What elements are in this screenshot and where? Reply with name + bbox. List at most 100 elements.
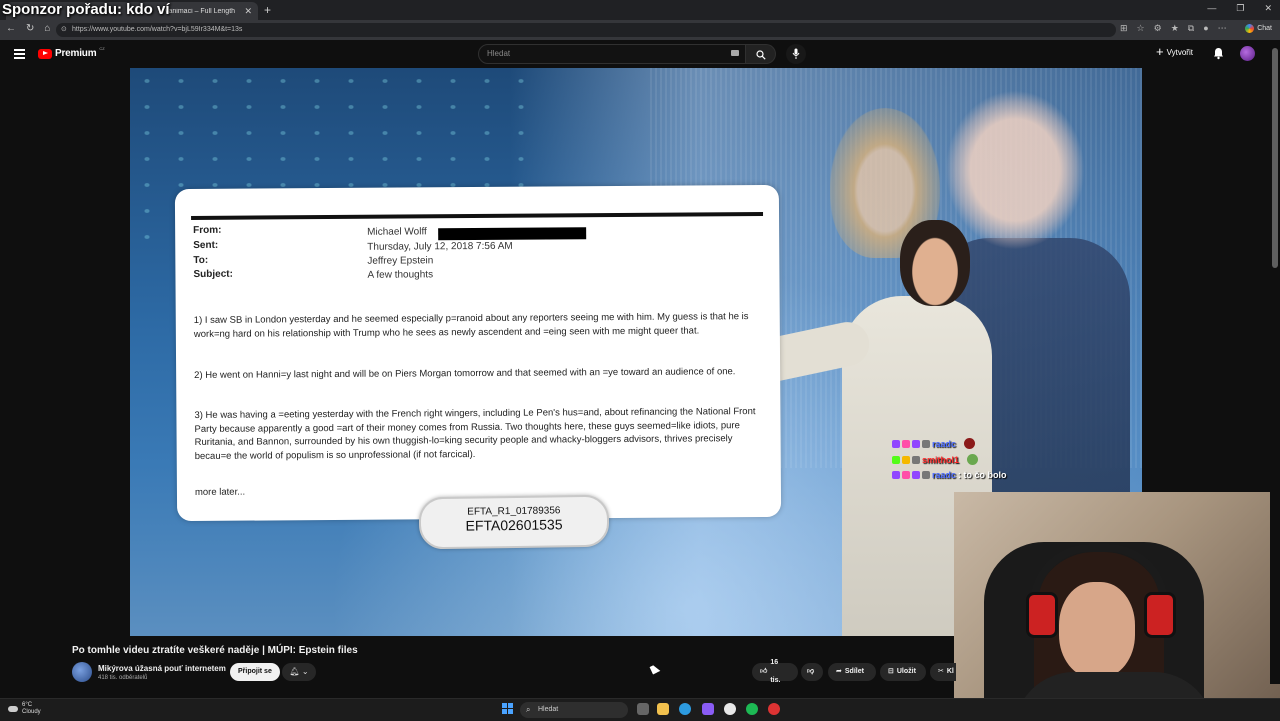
share-icon: ➦ xyxy=(836,668,842,675)
subscriber-count: 418 tis. odběratelů xyxy=(98,675,148,681)
search-placeholder: Hledat xyxy=(487,49,511,58)
heart-badge-icon xyxy=(902,471,910,479)
favorites-icon[interactable]: ★ xyxy=(1171,23,1179,34)
extension-icon[interactable]: ⚙ xyxy=(1154,23,1162,34)
stream-sponsor-overlay: Sponzor pořadu: kdo ví xyxy=(2,1,170,18)
clip-button[interactable]: ✂ Kl xyxy=(930,663,956,681)
from-label: From: xyxy=(193,224,222,236)
new-tab-button[interactable]: + xyxy=(264,3,271,17)
obs-icon[interactable] xyxy=(768,703,780,715)
copilot-chat-button[interactable]: Chat xyxy=(1245,24,1272,33)
channel-name[interactable]: Mikýrova úžasná pouť internetem xyxy=(98,664,226,673)
email-paragraph-1: 1) I saw SB in London yesterday and he s… xyxy=(193,311,749,340)
edge-browser-icon[interactable] xyxy=(679,703,691,715)
crown-badge-icon xyxy=(902,455,910,464)
like-button[interactable]: 👍︎ 16 tis. xyxy=(752,659,798,684)
from-value: Michael Wolff xyxy=(367,226,427,238)
subject-label: Subject: xyxy=(193,268,233,280)
channel-avatar[interactable] xyxy=(72,662,92,682)
bell-icon: 🔔︎ xyxy=(289,667,300,676)
hamburger-menu-icon[interactable] xyxy=(14,49,25,61)
site-info-icon[interactable]: ⊙ xyxy=(61,23,67,37)
chat-text: : to čo bolo xyxy=(958,470,1007,480)
gift-badge-icon xyxy=(922,439,930,448)
file-explorer-icon[interactable] xyxy=(657,703,669,715)
weather-condition: Cloudy xyxy=(22,709,41,715)
reload-icon[interactable]: ↻ xyxy=(26,23,34,34)
plus-icon: + xyxy=(1156,44,1164,59)
youtube-header: Premium CZ Hledat + Vytvořit xyxy=(0,40,1280,68)
presenter-head xyxy=(900,220,970,306)
copilot-icon xyxy=(1245,24,1255,33)
windows-taskbar: 6°C Cloudy ⌕ Hledat xyxy=(0,698,1280,721)
page-scrollbar[interactable] xyxy=(1270,40,1280,684)
mouse-cursor-icon xyxy=(649,663,661,675)
stream-chat-overlay: raadc smithol1 raadc : to čo bolo xyxy=(892,438,1007,485)
profile-icon[interactable]: ● xyxy=(1203,23,1208,34)
maximize-button[interactable]: ❐ xyxy=(1236,3,1244,14)
url-field[interactable]: ⊙ https://www.youtube.com/watch?v=bjL59I… xyxy=(56,23,1116,37)
close-window-button[interactable]: ✕ xyxy=(1264,3,1272,14)
taskbar-search-label: Hledat xyxy=(538,706,559,713)
url-text: https://www.youtube.com/watch?v=bjL59Ir3… xyxy=(72,26,243,33)
spotify-icon[interactable] xyxy=(746,703,758,715)
bookmark-star-icon[interactable]: ☆ xyxy=(1137,23,1145,34)
thumbs-down-icon: 👎︎ xyxy=(807,668,815,675)
discord-icon[interactable] xyxy=(702,703,714,715)
search-icon xyxy=(756,50,766,60)
back-icon[interactable]: ← xyxy=(6,23,16,34)
like-count: 16 tis. xyxy=(770,659,781,684)
chevron-down-icon: ⌄ xyxy=(299,667,309,676)
save-icon: ⊟ xyxy=(888,668,894,675)
search-button[interactable] xyxy=(746,44,776,64)
chat-username: smithol1 xyxy=(922,454,960,465)
home-icon[interactable]: ⌂ xyxy=(44,23,50,34)
subscriber-badge-icon xyxy=(892,439,900,448)
redaction-bar xyxy=(438,227,587,241)
windows-start-icon[interactable] xyxy=(502,703,513,714)
tab-title: …vanimaci – Full Length xyxy=(158,7,236,15)
subject-value: A few thoughts xyxy=(367,269,434,281)
account-avatar[interactable] xyxy=(1240,46,1255,61)
chat-message: raadc : to čo bolo xyxy=(892,470,1007,480)
tab-close-icon[interactable]: ✕ xyxy=(244,6,252,17)
translate-icon[interactable]: ⊞ xyxy=(1120,23,1128,34)
create-button[interactable]: + Vytvořit xyxy=(1156,44,1193,59)
minimize-button[interactable]: — xyxy=(1207,3,1216,14)
youtube-logo[interactable]: Premium CZ xyxy=(38,46,105,59)
kick-badge-icon xyxy=(892,455,900,464)
gift-badge-icon xyxy=(912,455,920,464)
subscriber-badge-icon xyxy=(892,471,900,479)
save-button[interactable]: ⊟ Uložit xyxy=(880,663,926,681)
voice-search-button[interactable] xyxy=(786,44,806,64)
chat-emote-icon xyxy=(967,454,979,465)
search-input[interactable]: Hledat xyxy=(478,44,746,64)
search-icon: ⌕ xyxy=(526,705,531,714)
gift-badge-icon xyxy=(922,471,930,479)
notifications-bell-icon[interactable] xyxy=(1213,47,1224,60)
taskbar-search[interactable]: ⌕ Hledat xyxy=(520,702,628,718)
temperature: 6°C xyxy=(22,702,33,708)
task-view-icon[interactable] xyxy=(637,703,649,715)
email-header-rule xyxy=(191,212,764,220)
logo-text: Premium xyxy=(55,48,97,59)
chat-emote-icon xyxy=(964,438,976,449)
more-menu-icon[interactable]: ⋯ xyxy=(1218,23,1227,34)
browser-tab-bar: …vanimaci – Full Length ✕ + — ❐ ✕ xyxy=(0,0,1280,20)
email-document: From: Michael Wolff Sent: Thursday, July… xyxy=(174,184,782,522)
collections-icon[interactable]: ⧉ xyxy=(1188,23,1194,34)
weather-widget[interactable]: 6°C Cloudy xyxy=(8,702,41,716)
keyboard-icon[interactable] xyxy=(731,50,739,56)
clip-label: Kl xyxy=(946,668,954,675)
subscription-bell-button[interactable]: 🔔︎ ⌄ xyxy=(282,663,316,681)
dislike-button[interactable]: 👎︎ xyxy=(801,663,823,681)
cloud-icon xyxy=(8,706,18,712)
share-button[interactable]: ➦ Sdílet xyxy=(828,663,876,681)
heart-badge-icon xyxy=(902,439,910,448)
join-button[interactable]: Připojit se xyxy=(230,663,280,681)
sent-label: Sent: xyxy=(193,239,219,251)
ccleaner-icon[interactable] xyxy=(724,703,736,715)
prime-badge-icon xyxy=(912,471,920,479)
scrollbar-thumb[interactable] xyxy=(1272,48,1278,268)
window-controls: — ❐ ✕ xyxy=(1207,3,1272,14)
